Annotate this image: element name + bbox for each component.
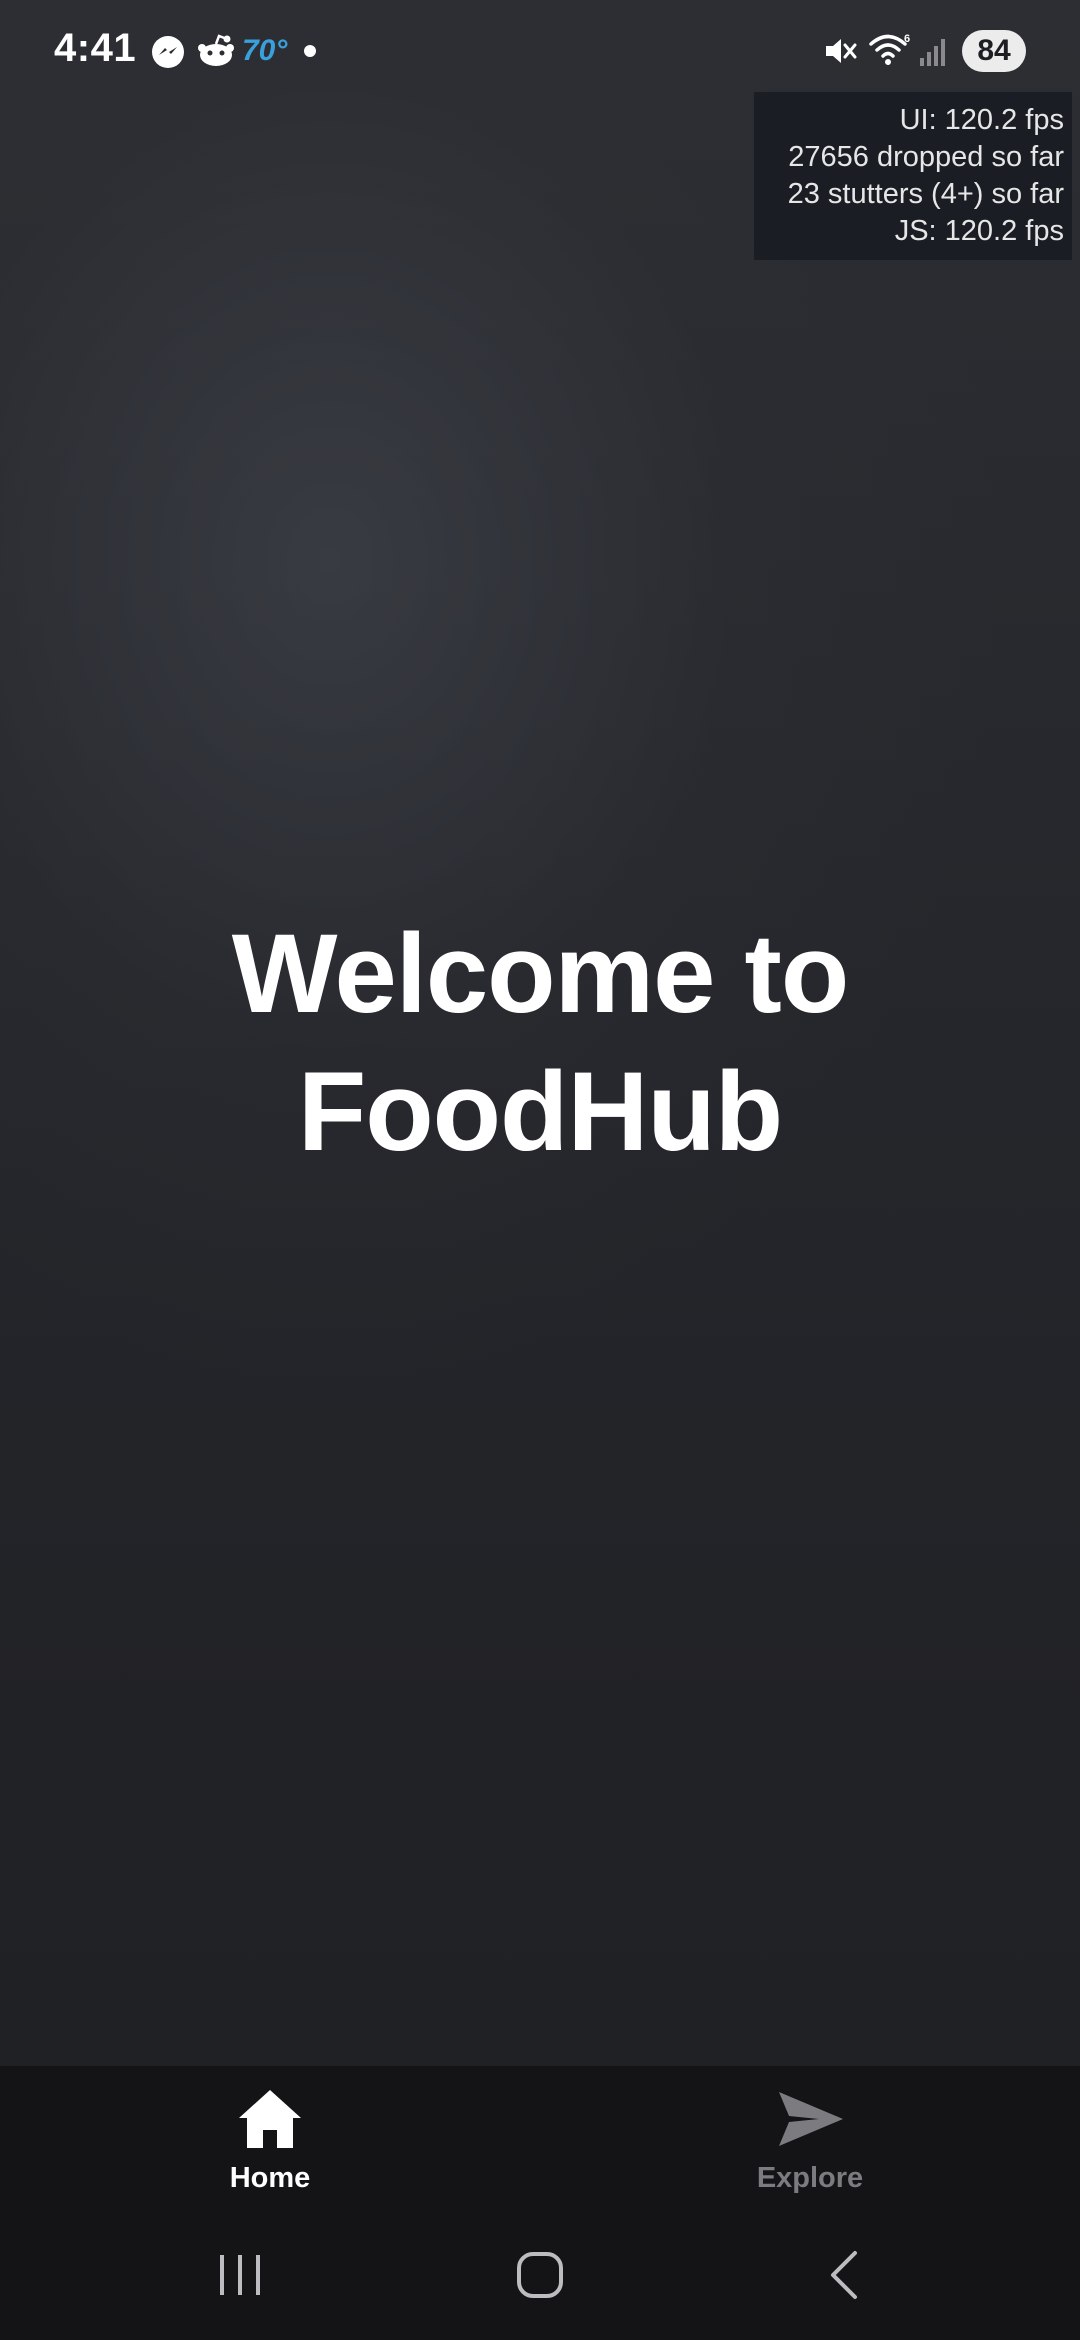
tab-explore[interactable]: Explore xyxy=(660,2066,960,2210)
system-home-button[interactable] xyxy=(460,2210,620,2340)
back-icon xyxy=(831,2251,857,2299)
svg-text:6: 6 xyxy=(904,33,910,45)
dropped-frames-text: 27656 dropped so far xyxy=(788,141,1064,173)
welcome-title-line-1: Welcome to xyxy=(231,911,850,1036)
battery-indicator: 84 xyxy=(962,30,1026,72)
app-screen: 4:41 70° 6 84 UI: 120.2 fps 27656 droppe… xyxy=(0,0,1080,2340)
home-icon xyxy=(239,2090,301,2148)
recents-button[interactable] xyxy=(160,2210,320,2340)
bottom-tab-bar: Home Explore xyxy=(0,2066,1080,2210)
welcome-title: Welcome to FoodHub xyxy=(0,905,1080,1181)
wifi-icon: 6 xyxy=(869,33,910,65)
reddit-icon xyxy=(198,34,234,66)
messenger-icon xyxy=(152,36,184,68)
weather-temperature: 70° xyxy=(242,34,288,67)
tab-explore-label: Explore xyxy=(756,2162,864,2194)
welcome-title-line-2: FoodHub xyxy=(297,1049,783,1174)
performance-monitor-overlay: UI: 120.2 fps 27656 dropped so far 23 st… xyxy=(754,92,1072,260)
status-time: 4:41 xyxy=(54,26,137,70)
home-circle-icon xyxy=(517,2252,563,2298)
stutters-text: 23 stutters (4+) so far xyxy=(787,178,1064,210)
back-button[interactable] xyxy=(765,2210,925,2340)
status-bar: 4:41 70° 6 84 xyxy=(0,0,1080,100)
signal-icon xyxy=(920,39,945,66)
send-icon xyxy=(779,2092,843,2146)
tab-home[interactable]: Home xyxy=(120,2066,420,2210)
recents-icon xyxy=(220,2255,260,2295)
ui-fps-text: UI: 120.2 fps xyxy=(899,104,1064,136)
js-fps-text: JS: 120.2 fps xyxy=(894,215,1064,247)
system-navigation-bar xyxy=(0,2210,1080,2340)
mute-icon xyxy=(826,39,857,63)
notification-dot xyxy=(304,45,316,57)
tab-home-label: Home xyxy=(229,2162,311,2194)
